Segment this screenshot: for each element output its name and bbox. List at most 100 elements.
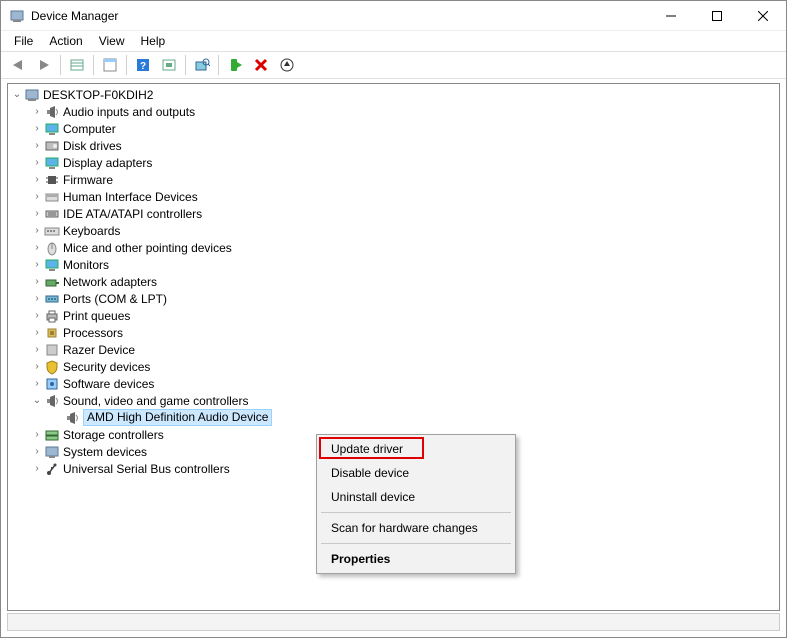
help-button[interactable]: ? [131, 53, 155, 77]
maximize-button[interactable] [694, 1, 740, 31]
properties-button[interactable] [98, 53, 122, 77]
tree-category[interactable]: › Audio inputs and outputs [8, 103, 779, 120]
expand-icon[interactable]: › [30, 344, 44, 355]
tree-category-label: IDE ATA/ATAPI controllers [63, 207, 202, 221]
context-menu-item[interactable]: Properties [319, 547, 513, 571]
tree-category[interactable]: › Razer Device [8, 341, 779, 358]
tree-category[interactable]: › Firmware [8, 171, 779, 188]
enable-button[interactable] [223, 53, 247, 77]
expand-icon[interactable]: › [30, 191, 44, 202]
speaker-icon [64, 410, 80, 426]
expand-icon[interactable]: › [30, 157, 44, 168]
expand-icon[interactable]: › [30, 276, 44, 287]
tree-category[interactable]: › Mice and other pointing devices [8, 239, 779, 256]
menu-file[interactable]: File [7, 33, 40, 49]
window-title: Device Manager [31, 9, 648, 23]
tree-category[interactable]: › IDE ATA/ATAPI controllers [8, 205, 779, 222]
menu-view[interactable]: View [92, 33, 132, 49]
menu-action[interactable]: Action [42, 33, 89, 49]
expand-icon[interactable]: › [30, 446, 44, 457]
tree-category[interactable]: › Monitors [8, 256, 779, 273]
uninstall-button[interactable] [249, 53, 273, 77]
tree-category-label: Human Interface Devices [63, 190, 198, 204]
update-button[interactable] [275, 53, 299, 77]
expand-icon[interactable]: › [30, 225, 44, 236]
toolbar-divider [218, 55, 219, 75]
collapse-icon[interactable]: ⌄ [10, 89, 24, 100]
toolbar-divider [126, 55, 127, 75]
expand-icon[interactable]: › [30, 463, 44, 474]
monitor-icon [44, 121, 60, 137]
tree-device-label: AMD High Definition Audio Device [83, 409, 272, 426]
tree-category[interactable]: › Computer [8, 120, 779, 137]
tree-category-label: Sound, video and game controllers [63, 394, 248, 408]
port-icon [44, 291, 60, 307]
context-menu-item[interactable]: Scan for hardware changes [319, 516, 513, 540]
action-button[interactable] [157, 53, 181, 77]
scan-button[interactable] [190, 53, 214, 77]
tree-root-label: DESKTOP-F0KDIH2 [43, 88, 153, 102]
titlebar: Device Manager [1, 1, 786, 31]
tree-root[interactable]: ⌄ DESKTOP-F0KDIH2 [8, 86, 779, 103]
expand-icon[interactable]: › [30, 378, 44, 389]
expand-icon[interactable]: › [30, 174, 44, 185]
show-hidden-button[interactable] [65, 53, 89, 77]
minimize-button[interactable] [648, 1, 694, 31]
expand-icon[interactable]: › [30, 106, 44, 117]
toolbar-divider [185, 55, 186, 75]
menu-help[interactable]: Help [134, 33, 173, 49]
hid-icon [44, 189, 60, 205]
mouse-icon [44, 240, 60, 256]
keyboard-icon [44, 223, 60, 239]
forward-button[interactable] [32, 53, 56, 77]
tree-category-label: Disk drives [63, 139, 122, 153]
tree-category[interactable]: › Network adapters [8, 273, 779, 290]
tree-category-label: Network adapters [63, 275, 157, 289]
net-icon [44, 274, 60, 290]
tree-category-label: Software devices [63, 377, 154, 391]
printer-icon [44, 308, 60, 324]
back-button[interactable] [6, 53, 30, 77]
expand-icon[interactable]: › [30, 123, 44, 134]
context-menu-item[interactable]: Uninstall device [319, 485, 513, 509]
tree-category[interactable]: › Human Interface Devices [8, 188, 779, 205]
tree-category-label: Razer Device [63, 343, 135, 357]
tree-category-label: Security devices [63, 360, 150, 374]
toolbar-divider [93, 55, 94, 75]
expand-icon[interactable]: › [30, 310, 44, 321]
context-menu-item[interactable]: Disable device [319, 461, 513, 485]
tree-category[interactable]: › Print queues [8, 307, 779, 324]
tree-category[interactable]: › Processors [8, 324, 779, 341]
tree-category-label: Computer [63, 122, 116, 136]
cpu-icon [44, 325, 60, 341]
expand-icon[interactable]: › [30, 429, 44, 440]
statusbar [7, 613, 780, 631]
tree-category-label: Firmware [63, 173, 113, 187]
expand-icon[interactable]: › [30, 242, 44, 253]
tree-category[interactable]: › Software devices [8, 375, 779, 392]
expand-icon[interactable]: › [30, 208, 44, 219]
tree-category[interactable]: › Security devices [8, 358, 779, 375]
context-menu-item[interactable]: Update driver [319, 437, 513, 461]
tree-category[interactable]: › Display adapters [8, 154, 779, 171]
tree-category[interactable]: › Keyboards [8, 222, 779, 239]
context-menu-separator [321, 543, 511, 544]
expand-icon[interactable]: › [30, 361, 44, 372]
expand-icon[interactable]: › [30, 327, 44, 338]
expand-icon[interactable]: › [30, 259, 44, 270]
tree-category-label: Storage controllers [63, 428, 164, 442]
close-button[interactable] [740, 1, 786, 31]
shield-icon [44, 359, 60, 375]
context-menu: Update driverDisable deviceUninstall dev… [316, 434, 516, 574]
expand-icon[interactable]: › [30, 293, 44, 304]
speaker-icon [44, 393, 60, 409]
tree-category[interactable]: ⌄ Sound, video and game controllers [8, 392, 779, 409]
tree-device[interactable]: AMD High Definition Audio Device [8, 409, 779, 426]
tree-category-label: Mice and other pointing devices [63, 241, 232, 255]
expand-icon[interactable]: ⌄ [30, 395, 44, 406]
tree-category[interactable]: › Disk drives [8, 137, 779, 154]
svg-text:?: ? [140, 61, 146, 72]
tree-category[interactable]: › Ports (COM & LPT) [8, 290, 779, 307]
expand-icon[interactable]: › [30, 140, 44, 151]
ide-icon [44, 206, 60, 222]
